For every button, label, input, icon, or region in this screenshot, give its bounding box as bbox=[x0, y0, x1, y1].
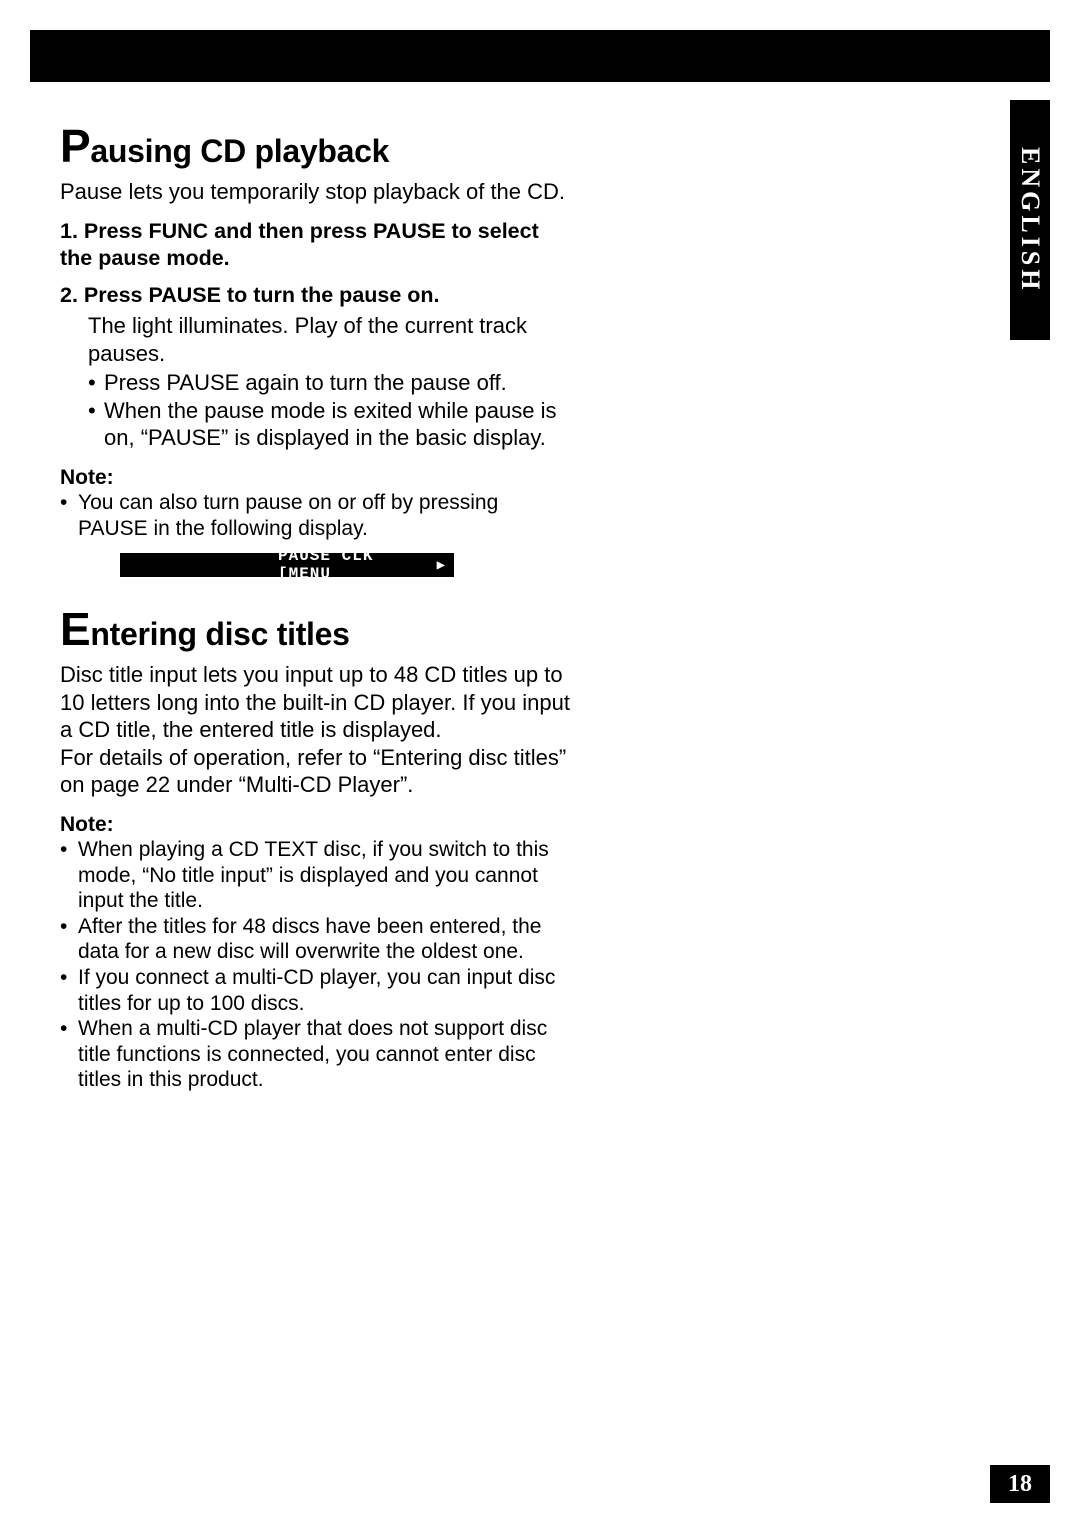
heading-rest: ntering disc titles bbox=[90, 616, 349, 652]
section2-para2: For details of operation, refer to “Ente… bbox=[60, 744, 570, 799]
section2-para1: Disc title input lets you input up to 48… bbox=[60, 661, 570, 744]
lcd-text: PAUSE CLK [MENU bbox=[278, 547, 437, 583]
language-tab: ENGLISH bbox=[1010, 100, 1050, 340]
lcd-display: PAUSE CLK [MENU ▶ bbox=[120, 553, 454, 577]
language-tab-label: ENGLISH bbox=[1015, 147, 1045, 294]
heading-initial: P bbox=[60, 120, 90, 172]
heading-rest: ausing CD playback bbox=[90, 133, 389, 169]
top-black-bar bbox=[30, 30, 1050, 82]
step-item: 1. Press FUNC and then press PAUSE to se… bbox=[60, 218, 570, 272]
section1-heading: Pausing CD playback bbox=[60, 122, 570, 170]
note-item: If you connect a multi-CD player, you ca… bbox=[60, 965, 570, 1016]
note-label: Note: bbox=[60, 466, 570, 490]
lcd-arrow-icon: ▶ bbox=[437, 557, 446, 574]
step-number: 1. bbox=[60, 219, 78, 243]
section2-heading: Entering disc titles bbox=[60, 605, 570, 653]
step-text: Press FUNC and then press PAUSE to selec… bbox=[60, 219, 539, 270]
bullet-item: Press PAUSE again to turn the pause off. bbox=[88, 369, 570, 397]
step-text: Press PAUSE to turn the pause on. bbox=[84, 283, 440, 307]
step-number: 2. bbox=[60, 283, 78, 307]
step-title: 2. Press PAUSE to turn the pause on. bbox=[60, 282, 570, 309]
main-content: Pausing CD playback Pause lets you tempo… bbox=[60, 100, 570, 1093]
section2: Entering disc titles Disc title input le… bbox=[60, 605, 570, 1093]
step-bullets: Press PAUSE again to turn the pause off.… bbox=[88, 369, 570, 452]
note-item: When playing a CD TEXT disc, if you swit… bbox=[60, 837, 570, 914]
section1-notes: You can also turn pause on or off by pre… bbox=[60, 490, 570, 541]
note-label: Note: bbox=[60, 813, 570, 837]
heading-initial: E bbox=[60, 603, 90, 655]
note-item: When a multi-CD player that does not sup… bbox=[60, 1016, 570, 1093]
bullet-item: When the pause mode is exited while paus… bbox=[88, 397, 570, 452]
note-item: After the titles for 48 discs have been … bbox=[60, 914, 570, 965]
section2-notes: When playing a CD TEXT disc, if you swit… bbox=[60, 837, 570, 1093]
page-number-value: 18 bbox=[1008, 1471, 1032, 1498]
page-number: 18 bbox=[990, 1465, 1050, 1503]
note-item: You can also turn pause on or off by pre… bbox=[60, 490, 570, 541]
section1-steps: 1. Press FUNC and then press PAUSE to se… bbox=[60, 218, 570, 452]
section1-intro: Pause lets you temporarily stop playback… bbox=[60, 178, 570, 206]
step-item: 2. Press PAUSE to turn the pause on. The… bbox=[60, 282, 570, 452]
step-title: 1. Press FUNC and then press PAUSE to se… bbox=[60, 218, 570, 272]
manual-page: ENGLISH Pausing CD playback Pause lets y… bbox=[0, 0, 1080, 1533]
step-body: The light illuminates. Play of the curre… bbox=[88, 312, 570, 367]
